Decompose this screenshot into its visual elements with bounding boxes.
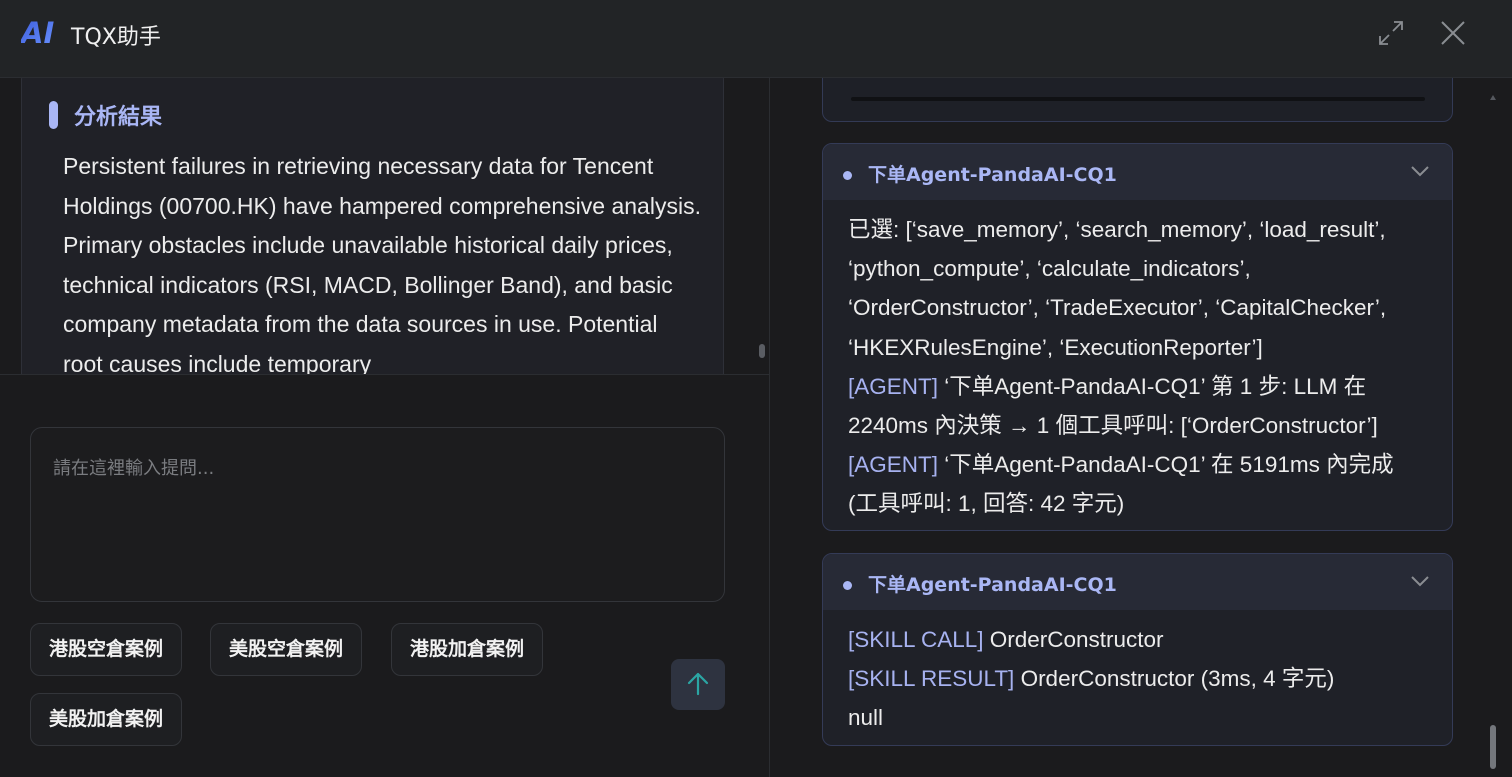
agent-name: 下单Agent-PandaAI-CQ1 — [868, 164, 1117, 186]
example-chip-hk-short[interactable]: 港股空倉案例 — [30, 623, 183, 676]
expand-button[interactable] — [1376, 18, 1406, 48]
log-line: [SKILL CALL] OrderConstructor — [848, 627, 1164, 652]
chat-panel: 分析結果 Persistent failures in retrieving n… — [0, 78, 770, 777]
message-scrollbar[interactable] — [758, 336, 766, 374]
close-icon — [1441, 21, 1465, 45]
scrollbar-thumb[interactable] — [759, 344, 765, 358]
example-chip-us-short[interactable]: 美股空倉案例 — [210, 623, 363, 676]
scrollbar-thumb[interactable] — [1490, 725, 1496, 769]
example-chip-us-add[interactable]: 美股加倉案例 — [30, 693, 183, 746]
expand-icon — [1379, 21, 1403, 45]
send-button[interactable] — [671, 659, 725, 710]
log-line: null — [848, 705, 884, 731]
log-line: 已選: [‘save_memory’, ‘search_memory’, ‘lo… — [848, 217, 1387, 360]
chevron-down-icon[interactable] — [1410, 574, 1430, 588]
log-line: [AGENT] ‘下单Agent-PandaAI-CQ1’ 第 1 步: LLM… — [848, 373, 1378, 439]
svg-text:AI: AI — [21, 16, 54, 50]
previous-log-card — [822, 78, 1453, 122]
status-dot — [843, 581, 852, 590]
log-line: [AGENT] ‘下单Agent-PandaAI-CQ1’ 在 5191ms 內… — [848, 452, 1394, 517]
example-chip-hk-add[interactable]: 港股加倉案例 — [391, 623, 544, 676]
agent-log-body: [SKILL CALL] OrderConstructor [SKILL RES… — [823, 610, 1452, 738]
scroll-up-arrow-icon[interactable] — [1490, 95, 1496, 100]
agent-card-header[interactable]: 下单Agent-PandaAI-CQ1 — [823, 144, 1452, 200]
agent-log-card: 下单Agent-PandaAI-CQ1 [SKILL CALL] OrderCo… — [822, 553, 1453, 746]
chevron-down-icon[interactable] — [1410, 164, 1430, 178]
message-area[interactable]: 分析結果 Persistent failures in retrieving n… — [0, 78, 769, 375]
app-header: AI TQX助手 — [0, 0, 1512, 78]
agent-name: 下单Agent-PandaAI-CQ1 — [868, 574, 1117, 596]
close-button[interactable] — [1438, 18, 1468, 48]
analysis-result-card: 分析結果 Persistent failures in retrieving n… — [21, 78, 724, 375]
agent-log-panel[interactable]: 下单Agent-PandaAI-CQ1 已選: [‘save_memory’, … — [770, 78, 1512, 777]
ai-logo: AI — [21, 16, 54, 50]
app-title: TQX助手 — [71, 25, 161, 50]
code-block-bottom — [851, 97, 1425, 101]
result-title: 分析結果 — [74, 105, 163, 130]
agent-log-card: 下单Agent-PandaAI-CQ1 已選: [‘save_memory’, … — [822, 143, 1453, 531]
result-body: Persistent failures in retrieving necess… — [63, 153, 701, 375]
log-line: [SKILL RESULT] OrderConstructor (3ms, 4 … — [848, 666, 1335, 692]
log-scrollbar[interactable] — [1488, 95, 1498, 775]
arrow-up-icon — [687, 672, 709, 696]
question-input[interactable] — [30, 427, 725, 602]
status-dot — [843, 171, 852, 180]
agent-log-body: 已選: [‘save_memory’, ‘search_memory’, ‘lo… — [823, 200, 1452, 524]
result-accent-bar — [49, 101, 58, 129]
agent-card-header[interactable]: 下单Agent-PandaAI-CQ1 — [823, 554, 1452, 610]
